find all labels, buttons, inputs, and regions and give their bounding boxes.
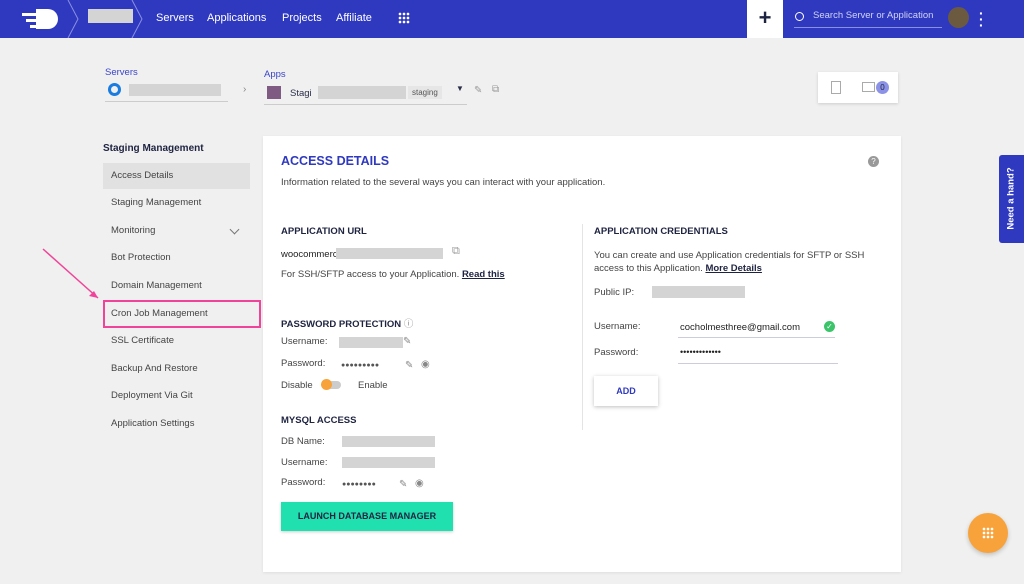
info-icon[interactable]: ⓘ [404, 319, 414, 330]
app-selector[interactable]: Stagi staging ▼ [264, 82, 467, 105]
read-this-link[interactable]: Read this [462, 269, 505, 280]
pw-username-value [339, 337, 403, 348]
top-navbar: Servers Applications Projects Affiliate … [0, 0, 1024, 38]
sidebar-item-bot-protection[interactable]: Bot Protection [103, 245, 250, 271]
org-name-redacted [88, 9, 133, 23]
server-selector[interactable] [105, 80, 228, 102]
sidebar-item-monitoring[interactable]: Monitoring [103, 218, 250, 244]
apps-label: Apps [264, 69, 286, 80]
sidebar-title: Staging Management [103, 143, 204, 154]
breadcrumb-separator: › [243, 84, 247, 95]
action-box: 0 [818, 72, 898, 103]
enable-label: Enable [358, 380, 388, 391]
help-icon[interactable]: ? [868, 156, 879, 167]
db-password-label: Password: [281, 477, 326, 488]
staging-badge: staging [408, 86, 442, 99]
apps-grid-icon[interactable] [398, 12, 410, 24]
edit-app-icon[interactable]: ✎ [474, 85, 482, 96]
user-avatar[interactable] [948, 7, 969, 28]
application-url-heading: APPLICATION URL [281, 226, 367, 237]
woocommerce-icon [267, 86, 281, 99]
open-external-icon[interactable]: ⧉ [492, 84, 499, 95]
add-button[interactable]: + [747, 0, 783, 38]
search-input[interactable]: Search Server or Application [794, 10, 942, 28]
pw-username-label: Username: [281, 336, 328, 347]
sidebar-item-staging-management[interactable]: Staging Management [103, 190, 250, 216]
cred-password-label: Password: [594, 347, 639, 358]
sidebar-item-deployment-via-git[interactable]: Deployment Via Git [103, 383, 250, 409]
more-details-link[interactable]: More Details [705, 263, 762, 274]
sidebar-item-cron-job-management[interactable]: Cron Job Management [103, 300, 261, 328]
card-title: ACCESS DETAILS [281, 154, 390, 168]
pw-password-label: Password: [281, 358, 326, 369]
nav-applications[interactable]: Applications [207, 12, 266, 24]
application-credentials-heading: APPLICATION CREDENTIALS [594, 226, 728, 237]
public-ip-label: Public IP: [594, 287, 635, 298]
password-protection-heading: PASSWORD PROTECTION ⓘ [281, 319, 414, 330]
app-name: Stagi [290, 88, 312, 99]
apps-fab-button[interactable] [968, 513, 1008, 553]
need-a-hand-tab[interactable]: Need a hand? [999, 155, 1024, 243]
edit-icon[interactable]: ✎ [405, 360, 413, 371]
launch-database-manager-button[interactable]: LAUNCH DATABASE MANAGER [281, 502, 453, 531]
edit-icon[interactable]: ✎ [403, 336, 411, 347]
eye-icon[interactable]: ◉ [421, 359, 430, 370]
list-icon[interactable] [831, 81, 841, 94]
card-subtitle: Information related to the several ways … [281, 177, 606, 188]
cred-username-input[interactable]: cocholmesthree@gmail.com [678, 316, 835, 338]
annotation-arrow [42, 248, 99, 299]
sidebar-item-backup-and-restore[interactable]: Backup And Restore [103, 356, 250, 382]
digitalocean-icon [108, 83, 121, 96]
ssh-note: For SSH/SFTP access to your Application.… [281, 269, 505, 280]
mysql-access-heading: MYSQL ACCESS [281, 415, 357, 426]
notification-count-badge[interactable]: 0 [876, 81, 889, 94]
add-credentials-button[interactable]: ADD [594, 376, 658, 406]
disable-label: Disable [281, 380, 313, 391]
servers-label: Servers [105, 67, 138, 78]
public-ip-value [652, 286, 745, 298]
cred-username-label: Username: [594, 321, 641, 332]
external-link-icon[interactable]: ⧉ [452, 245, 460, 258]
nav-projects[interactable]: Projects [282, 12, 322, 24]
db-password-value: ●●●●●●●● [342, 481, 376, 488]
access-details-card: ACCESS DETAILS ? Information related to … [263, 136, 901, 572]
edit-icon[interactable]: ✎ [399, 479, 407, 490]
grid-icon [982, 527, 994, 539]
cred-password-input[interactable]: ••••••••••••• [678, 342, 838, 364]
password-protection-toggle[interactable] [321, 379, 341, 390]
column-divider [582, 224, 583, 430]
nav-affiliate[interactable]: Affiliate [336, 12, 372, 24]
sidebar-item-domain-management[interactable]: Domain Management [103, 273, 250, 299]
sidebar-item-access-details[interactable]: Access Details [103, 163, 250, 189]
pw-password-value: ●●●●●●●●● [341, 362, 380, 369]
cloudways-logo[interactable] [22, 6, 64, 32]
db-username-label: Username: [281, 457, 328, 468]
db-name-label: DB Name: [281, 436, 325, 447]
more-menu-icon[interactable]: · · · [979, 6, 984, 32]
sidebar-item-application-settings[interactable]: Application Settings [103, 411, 250, 437]
credentials-description: You can create and use Application crede… [594, 250, 865, 274]
sidebar-item-ssl-certificate[interactable]: SSL Certificate [103, 328, 250, 354]
folder-icon[interactable] [862, 82, 875, 92]
valid-check-icon: ✓ [824, 321, 835, 332]
dropdown-caret-icon: ▼ [456, 84, 464, 93]
eye-icon[interactable]: ◉ [415, 478, 424, 489]
nav-servers[interactable]: Servers [156, 12, 194, 24]
